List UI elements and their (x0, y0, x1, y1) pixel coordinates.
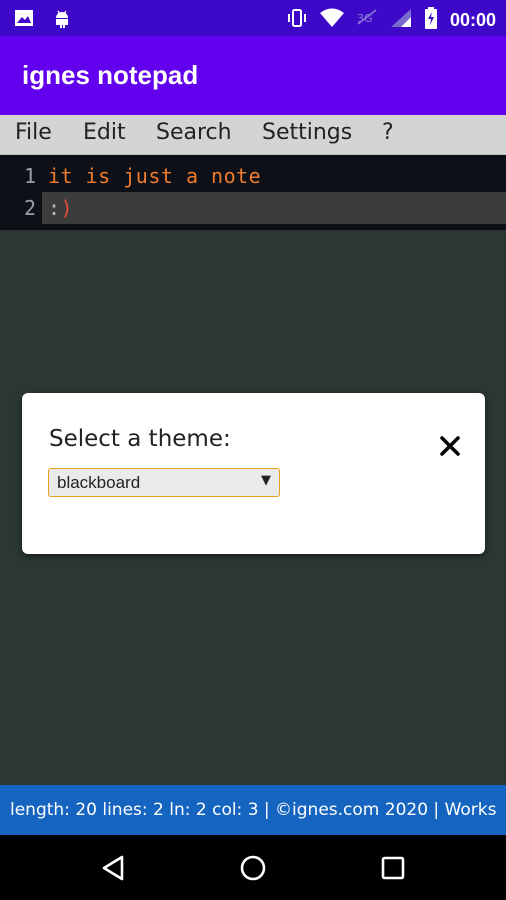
wifi-icon (319, 8, 344, 32)
menu-bar: File Edit Search Settings ? (0, 115, 506, 155)
navigation-bar (0, 835, 506, 900)
dialog-label: Select a theme: (49, 426, 231, 452)
recents-icon (381, 856, 405, 880)
home-icon (240, 855, 266, 881)
code-colon: : (48, 196, 61, 220)
theme-select[interactable]: blackboard ▼ (48, 468, 280, 497)
line-gutter: 1 (0, 160, 42, 192)
app-title: ignes notepad (22, 60, 199, 90)
dropdown-arrow-icon: ▼ (261, 473, 271, 488)
clock: 00:00 (449, 9, 496, 30)
home-button[interactable] (236, 851, 270, 885)
close-button[interactable] (437, 433, 463, 459)
editor-line[interactable]: 1 it is just a note (0, 160, 506, 192)
cell-signal-icon (390, 8, 412, 32)
theme-dialog: Select a theme: blackboard ▼ (22, 393, 485, 554)
status-bar: 3G 00:00 (0, 0, 506, 36)
menu-search[interactable]: Search (156, 120, 232, 145)
close-icon (440, 436, 460, 456)
recents-button[interactable] (376, 851, 410, 885)
menu-edit[interactable]: Edit (83, 120, 126, 145)
line-content[interactable]: :) (48, 196, 73, 220)
vibrate-icon (286, 8, 308, 32)
signal-off-icon: 3G (356, 8, 378, 32)
editor-line-active[interactable]: 2 :) (0, 192, 506, 224)
footer-status-text: length: 20 lines: 2 ln: 2 col: 3 | ©igne… (10, 800, 497, 820)
app-bar: ignes notepad (0, 36, 506, 115)
android-icon (52, 8, 72, 32)
menu-file[interactable]: File (15, 120, 52, 145)
menu-settings[interactable]: Settings (262, 120, 352, 145)
code-text: it is just a note (48, 164, 262, 188)
menu-help[interactable]: ? (382, 120, 394, 145)
line-number: 2 (23, 196, 36, 220)
code-editor[interactable]: 1 it is just a note 2 :) (0, 155, 506, 230)
status-footer: length: 20 lines: 2 ln: 2 col: 3 | ©igne… (0, 785, 506, 835)
back-button[interactable] (96, 851, 130, 885)
battery-charging-icon (424, 7, 438, 33)
line-gutter: 2 (0, 192, 42, 224)
line-number: 1 (23, 164, 36, 188)
code-paren: ) (60, 196, 74, 220)
theme-select-value: blackboard (57, 473, 141, 492)
back-icon (102, 855, 124, 881)
gallery-icon (14, 8, 34, 32)
line-content[interactable]: it is just a note (48, 164, 261, 188)
